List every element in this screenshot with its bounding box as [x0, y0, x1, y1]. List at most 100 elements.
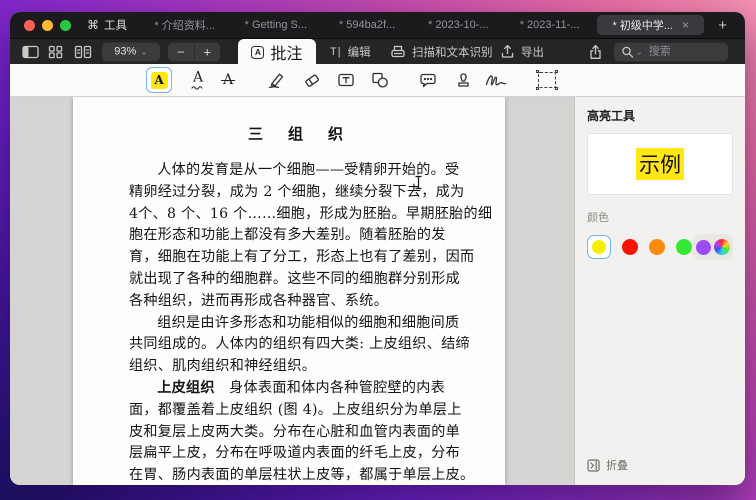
- signature-icon: [485, 72, 507, 88]
- document-line: 皮和复层上皮两大类。分布在心脏和血管内表面的单: [129, 422, 467, 444]
- sidebar-panel-icon: [22, 45, 39, 59]
- document-line: 就出现了各种的细胞群。这些不同的细胞群分别形成: [129, 269, 467, 291]
- document-line: 胞在形态和功能上都没有多大差别。随着胚胎的发: [129, 225, 467, 247]
- squiggly-wave-icon: [191, 86, 205, 90]
- squiggly-letter-icon: A: [193, 71, 203, 85]
- eraser-icon: [303, 72, 321, 89]
- thumbnails-grid-icon: [48, 45, 63, 59]
- selection-handle-icon: [536, 87, 539, 90]
- highlight-tool-panel: 高亮工具 示例 颜色 折叠: [574, 97, 745, 485]
- collapse-icon: [587, 459, 600, 472]
- color-swatch-red[interactable]: [622, 239, 638, 255]
- panel-title: 高亮工具: [587, 107, 733, 124]
- tools-icon: ⌘: [87, 18, 99, 32]
- document-line: 共同组成的。人体内的组织有四大类: 上皮组织、结缔: [129, 334, 467, 356]
- titlebar: ⌘ 工具 * 介绍资料... * Getting S... * 594ba2f.…: [10, 12, 745, 38]
- scan-ocr-button[interactable]: 扫描和文本识别: [390, 44, 493, 60]
- close-tab-icon[interactable]: ×: [682, 19, 689, 31]
- color-swatch-purple[interactable]: [696, 240, 711, 255]
- color-swatch-green[interactable]: [676, 239, 692, 255]
- pen-tool[interactable]: [267, 71, 286, 89]
- search-input[interactable]: [647, 45, 719, 59]
- two-page-view-button[interactable]: [74, 45, 92, 59]
- signature-tool[interactable]: [485, 72, 507, 88]
- selection-handle-icon: [555, 87, 558, 90]
- text-box-icon: [337, 72, 355, 89]
- document-line: 上皮组织 身体表面和体内各种管腔壁的内表: [129, 378, 467, 400]
- tab-document-2[interactable]: * Getting S...: [230, 19, 321, 31]
- sidebar-toggle-button[interactable]: [22, 45, 39, 59]
- zoom-out-button[interactable]: −: [168, 44, 194, 59]
- tab-document-5[interactable]: * 2023-11-...: [504, 19, 595, 31]
- pdf-page[interactable]: 三 组 织 人体的发育是从一个细胞——受精卵开始的。受 精卵经过分裂，成为 2 …: [73, 97, 505, 485]
- highlight-icon: A: [151, 72, 168, 89]
- shapes-icon: [371, 72, 389, 89]
- tab-annotate[interactable]: A 批注: [238, 39, 316, 65]
- new-tab-button[interactable]: +: [706, 17, 745, 34]
- close-window-button[interactable]: [24, 20, 35, 31]
- edit-text-icon: T|: [330, 46, 342, 58]
- comment-bubble-icon: [419, 72, 437, 89]
- document-line: 在胃、肠内表面的单层柱状上皮等，都属于单层上皮。: [129, 465, 467, 485]
- traffic-lights: [10, 20, 81, 31]
- tools-menu[interactable]: ⌘ 工具: [81, 17, 139, 33]
- eraser-tool[interactable]: [303, 72, 321, 89]
- color-wheel-icon[interactable]: [714, 239, 730, 255]
- scanner-icon: [390, 44, 406, 59]
- share-button[interactable]: [588, 44, 603, 60]
- more-colors-group: [693, 234, 733, 260]
- two-page-icon: [74, 45, 92, 59]
- shapes-tool[interactable]: [371, 72, 389, 89]
- search-field[interactable]: ⌄: [614, 42, 728, 61]
- text-box-tool[interactable]: [337, 72, 355, 89]
- color-swatch-row: [587, 234, 733, 260]
- tools-menu-label: 工具: [104, 17, 127, 33]
- highlight-tool-selected[interactable]: A: [146, 67, 172, 93]
- colors-label: 颜色: [587, 209, 733, 225]
- search-icon: [621, 45, 634, 58]
- squiggly-underline-tool[interactable]: A: [191, 71, 205, 90]
- document-line: 面，都覆盖着上皮组织 (图 4)。上皮组织分为单层上: [129, 400, 467, 422]
- highlight-preview-text: 示例: [636, 148, 684, 180]
- text-cursor-icon: [414, 175, 423, 190]
- tab-document-4[interactable]: * 2023-10-...: [413, 19, 504, 31]
- app-window: ⌘ 工具 * 介绍资料... * Getting S... * 594ba2f.…: [10, 12, 745, 485]
- collapse-panel-button[interactable]: 折叠: [587, 457, 628, 473]
- export-button[interactable]: 导出: [500, 44, 544, 60]
- search-options-chevron-icon: ⌄: [636, 47, 643, 56]
- document-line: 4个、8 个、16 个……细胞，形成为胚胎。早期胚胎的细: [129, 204, 467, 226]
- tab-document-active[interactable]: * 初级中学... ×: [597, 15, 704, 35]
- annotation-toolbar: A A A: [10, 64, 745, 97]
- thumbnail-view-button[interactable]: [48, 45, 63, 59]
- annotate-tab-label: 批注: [270, 40, 302, 64]
- strikeout-tool[interactable]: A: [223, 73, 233, 87]
- comment-tool[interactable]: [419, 72, 437, 89]
- page-text: 三 组 织 人体的发育是从一个细胞——受精卵开始的。受 精卵经过分裂，成为 2 …: [73, 97, 505, 485]
- document-line: 组织是由许多形态和功能相似的细胞和细胞间质: [129, 313, 467, 335]
- highlight-preview-card: 示例: [587, 133, 733, 195]
- yellow-color-icon: [592, 240, 606, 254]
- selection-handle-icon: [555, 70, 558, 73]
- collapse-label: 折叠: [606, 457, 628, 473]
- zoom-level-value: 93%: [114, 46, 136, 58]
- scan-ocr-label: 扫描和文本识别: [412, 44, 493, 60]
- select-area-tool[interactable]: [538, 72, 556, 88]
- active-tab-label: * 初级中学...: [612, 17, 673, 33]
- content-area: 三 组 织 人体的发育是从一个细胞——受精卵开始的。受 精卵经过分裂，成为 2 …: [10, 97, 745, 485]
- tab-edit[interactable]: T| 编辑: [330, 44, 371, 60]
- color-swatch-orange[interactable]: [649, 239, 665, 255]
- fullscreen-window-button[interactable]: [60, 20, 71, 31]
- document-line: 组织、肌肉组织和神经组织。: [129, 356, 467, 378]
- zoom-in-button[interactable]: +: [194, 44, 221, 59]
- tab-strip: * 介绍资料... * Getting S... * 594ba2f... * …: [139, 12, 745, 38]
- zoom-level-dropdown[interactable]: 93% ⌄: [102, 42, 160, 61]
- document-heading: 三 组 织: [129, 123, 467, 144]
- tab-document-3[interactable]: * 594ba2f...: [321, 19, 412, 31]
- chevron-down-icon: ⌄: [140, 46, 148, 57]
- minimize-window-button[interactable]: [42, 20, 53, 31]
- stamp-tool[interactable]: [455, 72, 472, 89]
- tab-document-1[interactable]: * 介绍资料...: [139, 17, 230, 33]
- pen-icon: [267, 71, 286, 89]
- color-swatch-yellow-selected[interactable]: [587, 235, 611, 259]
- pdf-view: 三 组 织 人体的发育是从一个细胞——受精卵开始的。受 精卵经过分裂，成为 2 …: [10, 97, 574, 485]
